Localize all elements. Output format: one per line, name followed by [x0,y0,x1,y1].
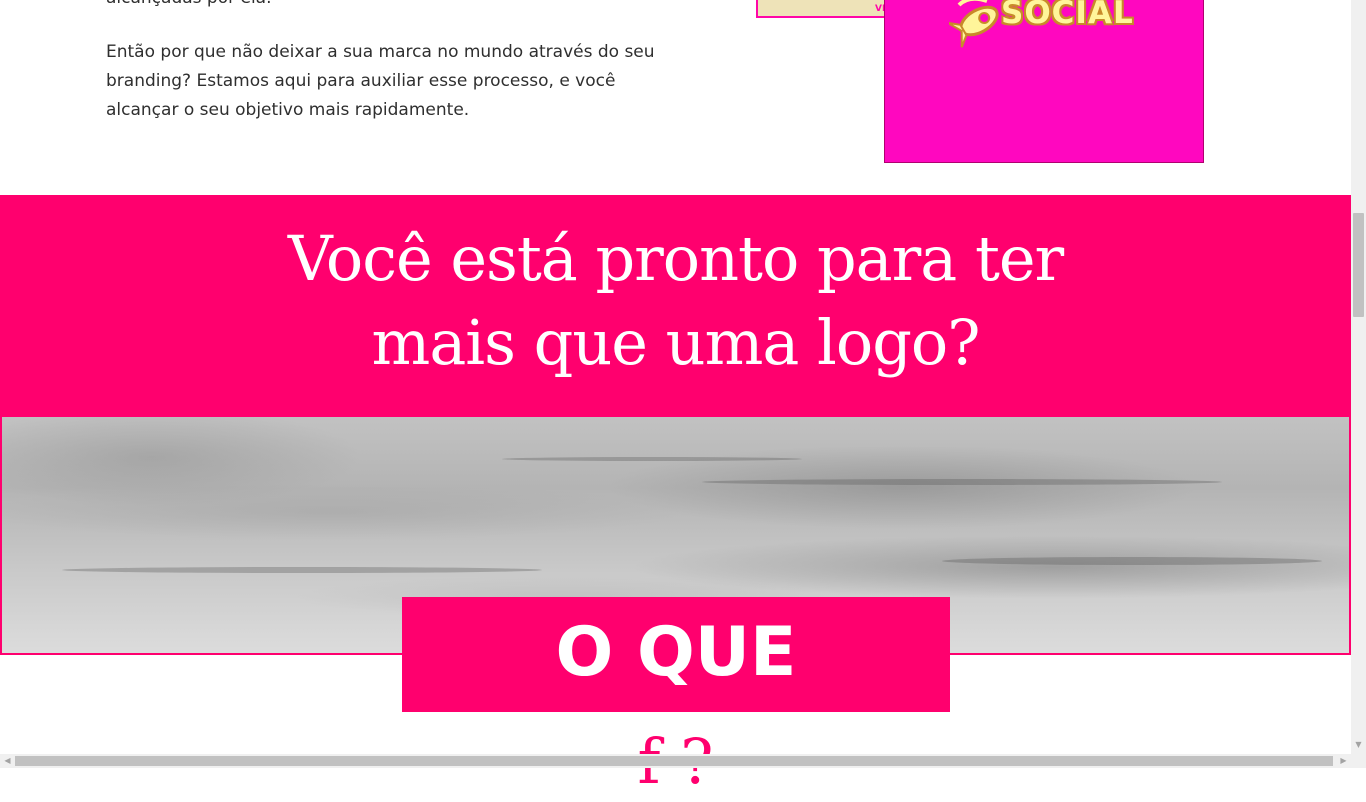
horizontal-scrollbar-thumb[interactable] [15,756,1333,766]
social-project-image: SOCIAL [884,0,1204,163]
project-image-back: VE [756,0,896,18]
section-title: O QUE [555,613,797,692]
cta-heading-line-2: mais que uma logo? [371,306,981,379]
vertical-scrollbar[interactable]: ▼ [1351,0,1366,754]
horizontal-scrollbar[interactable]: ◀ ▶ [0,754,1366,768]
cloud-streak [702,479,1222,485]
scroll-right-arrow-icon[interactable]: ▶ [1336,754,1351,768]
cta-heading-line-1: Você está pronto para ter [287,222,1064,295]
intro-text: alcançadas por ela. Então por que não de… [106,0,686,150]
scroll-left-arrow-icon[interactable]: ◀ [0,754,15,768]
social-logo-text: SOCIAL [1001,0,1134,31]
intro-line-top: alcançadas por ela. [106,0,686,13]
cta-heading: Você está pronto para ter mais que uma l… [0,195,1351,385]
cloud-streak [62,567,542,573]
section-title-box: O QUE [402,597,950,712]
cloud-streak [502,457,802,461]
cta-banner: Você está pronto para ter mais que uma l… [0,195,1351,417]
vertical-scrollbar-thumb[interactable] [1353,213,1364,317]
intro-paragraph: Então por que não deixar a sua marca no … [106,42,655,120]
scroll-down-arrow-icon[interactable]: ▼ [1351,738,1366,752]
cloud-streak [942,557,1322,565]
